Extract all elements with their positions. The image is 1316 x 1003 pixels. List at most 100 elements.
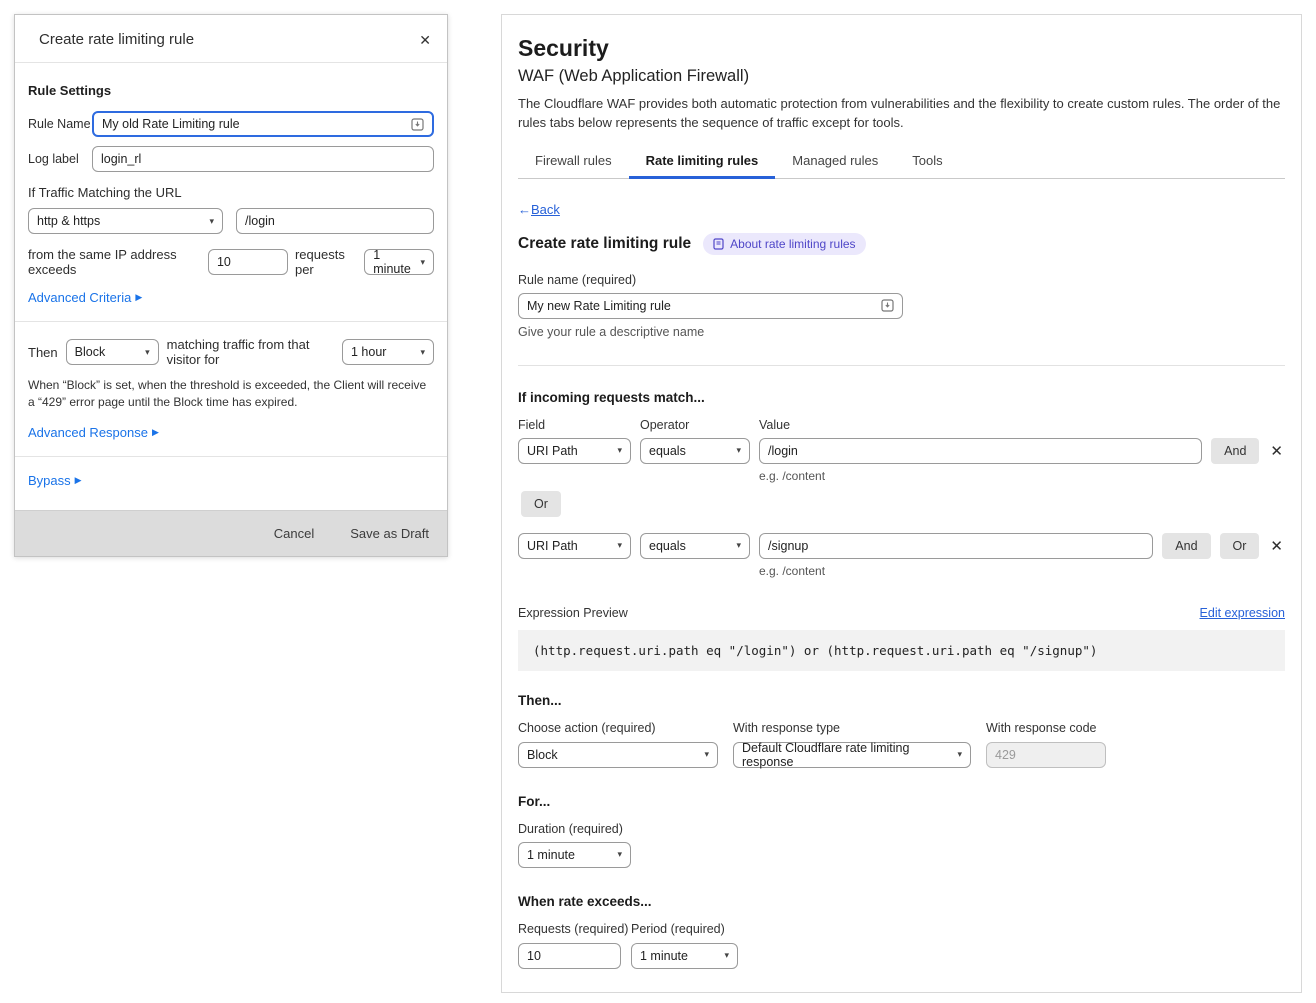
for-heading: For...	[518, 794, 1285, 809]
waf-tabs: Firewall rules Rate limiting rules Manag…	[518, 147, 1285, 179]
response-type-select[interactable]: Default Cloudflare rate limiting respons…	[733, 742, 971, 768]
duration-select[interactable]: 1 minute ▾	[518, 842, 631, 868]
log-label-label: Log label	[28, 152, 92, 166]
chevron-down-icon: ▾	[736, 540, 741, 551]
value-hint: e.g. /content	[759, 564, 1285, 578]
page-title: Security	[518, 35, 1285, 62]
bypass-link[interactable]: Bypass ▶	[28, 473, 82, 488]
ban-duration-select[interactable]: 1 hour ▾	[342, 339, 434, 365]
chevron-down-icon: ▾	[420, 347, 425, 358]
waf-description: The Cloudflare WAF provides both automat…	[518, 95, 1285, 133]
threshold-prefix-text: from the same IP address exceeds	[28, 247, 201, 277]
value-column-label: Value	[759, 418, 790, 432]
field-select[interactable]: URI Path ▾	[518, 533, 631, 559]
chevron-down-icon: ▾	[736, 445, 741, 456]
remove-condition-icon[interactable]: ✕	[1268, 537, 1285, 555]
autofill-icon[interactable]	[411, 118, 424, 131]
rule-name-input[interactable]	[527, 299, 875, 313]
rule-name-input[interactable]	[102, 117, 405, 131]
period-select[interactable]: 1 minute ▾	[631, 943, 738, 969]
condition-row: URI Path ▾ equals ▾ And ✕	[518, 438, 1285, 464]
page-subtitle: WAF (Web Application Firewall)	[518, 67, 1285, 86]
close-icon[interactable]: ✕	[419, 33, 431, 47]
duration-label: Duration (required)	[518, 822, 1285, 836]
and-button[interactable]: And	[1211, 438, 1259, 464]
chevron-down-icon: ▾	[617, 540, 622, 551]
cancel-button[interactable]: Cancel	[274, 526, 314, 541]
response-code-label: With response code	[986, 721, 1106, 735]
rule-name-helper: Give your rule a descriptive name	[518, 325, 1285, 339]
requests-field-wrap	[208, 249, 288, 275]
divider	[518, 365, 1285, 366]
dialog-title: Create rate limiting rule	[39, 31, 194, 48]
operator-select[interactable]: equals ▾	[640, 438, 750, 464]
log-label-input[interactable]	[101, 152, 425, 166]
action-select[interactable]: Block ▾	[66, 339, 159, 365]
about-rate-limiting-badge[interactable]: About rate limiting rules	[703, 233, 865, 255]
remove-condition-icon[interactable]: ✕	[1268, 442, 1285, 460]
tab-firewall-rules[interactable]: Firewall rules	[518, 147, 629, 178]
dialog-footer: Cancel Save as Draft	[15, 510, 447, 556]
field-column-label: Field	[518, 418, 631, 432]
expression-preview-code: (http.request.uri.path eq "/login") or (…	[518, 630, 1285, 671]
chevron-down-icon: ▾	[420, 257, 425, 268]
dialog-header: Create rate limiting rule ✕	[15, 15, 447, 63]
create-rule-heading: Create rate limiting rule	[518, 235, 691, 253]
log-label-field-wrap	[92, 146, 434, 172]
operator-select[interactable]: equals ▾	[640, 533, 750, 559]
choose-action-label: Choose action (required)	[518, 721, 718, 735]
security-waf-panel: Security WAF (Web Application Firewall) …	[501, 14, 1302, 993]
tab-tools[interactable]: Tools	[895, 147, 959, 178]
period-label: Period (required)	[631, 922, 738, 936]
create-rate-limiting-rule-dialog: Create rate limiting rule ✕ Rule Setting…	[14, 14, 448, 557]
value-input[interactable]	[768, 539, 1144, 553]
edit-expression-link[interactable]: Edit expression	[1200, 606, 1285, 620]
traffic-matching-heading: If Traffic Matching the URL	[28, 185, 434, 200]
rule-name-field-wrap	[518, 293, 903, 319]
caret-right-icon: ▶	[152, 427, 159, 438]
requests-input[interactable]	[527, 949, 612, 963]
advanced-criteria-link[interactable]: Advanced Criteria ▶	[28, 290, 142, 305]
value-field-wrap	[759, 438, 1202, 464]
and-button[interactable]: And	[1162, 533, 1210, 559]
back-link[interactable]: ←Back	[518, 202, 560, 217]
value-input[interactable]	[768, 444, 1193, 458]
choose-action-select[interactable]: Block ▾	[518, 742, 718, 768]
tab-managed-rules[interactable]: Managed rules	[775, 147, 895, 178]
response-type-label: With response type	[733, 721, 971, 735]
save-as-draft-button[interactable]: Save as Draft	[350, 526, 429, 541]
rate-exceeds-heading: When rate exceeds...	[518, 894, 1285, 909]
tab-rate-limiting-rules[interactable]: Rate limiting rules	[629, 147, 776, 178]
requests-field-wrap	[518, 943, 621, 969]
condition-row: URI Path ▾ equals ▾ And Or ✕	[518, 533, 1285, 559]
response-code-input	[995, 748, 1097, 762]
requests-input[interactable]	[217, 255, 279, 269]
autofill-icon[interactable]	[881, 299, 894, 312]
value-field-wrap	[759, 533, 1153, 559]
then-heading: Then...	[518, 693, 1285, 708]
operator-column-label: Operator	[640, 418, 750, 432]
or-connector-button[interactable]: Or	[521, 491, 561, 517]
scheme-select[interactable]: http & https ▾	[28, 208, 223, 234]
field-select[interactable]: URI Path ▾	[518, 438, 631, 464]
threshold-middle-text: requests per	[295, 247, 357, 277]
document-icon	[713, 238, 724, 250]
arrow-left-icon: ←	[518, 202, 531, 217]
url-input[interactable]	[245, 214, 425, 228]
chevron-down-icon: ▾	[145, 347, 150, 358]
chevron-down-icon: ▾	[957, 749, 962, 760]
advanced-response-link[interactable]: Advanced Response ▶	[28, 425, 159, 440]
chevron-down-icon: ▾	[209, 216, 214, 227]
caret-right-icon: ▶	[75, 475, 82, 486]
rule-name-field-wrap	[92, 111, 434, 137]
caret-right-icon: ▶	[135, 292, 142, 303]
expression-preview-label: Expression Preview	[518, 606, 628, 620]
chevron-down-icon: ▾	[724, 950, 729, 961]
or-button[interactable]: Or	[1220, 533, 1260, 559]
rule-name-label: Rule name (required)	[518, 273, 1285, 287]
then-middle-text: matching traffic from that visitor for	[167, 337, 334, 367]
chevron-down-icon: ▾	[617, 445, 622, 456]
divider	[15, 456, 447, 457]
dialog-body: Rule Settings Rule Name Log label If Tra…	[15, 63, 447, 490]
period-select[interactable]: 1 minute ▾	[364, 249, 434, 275]
